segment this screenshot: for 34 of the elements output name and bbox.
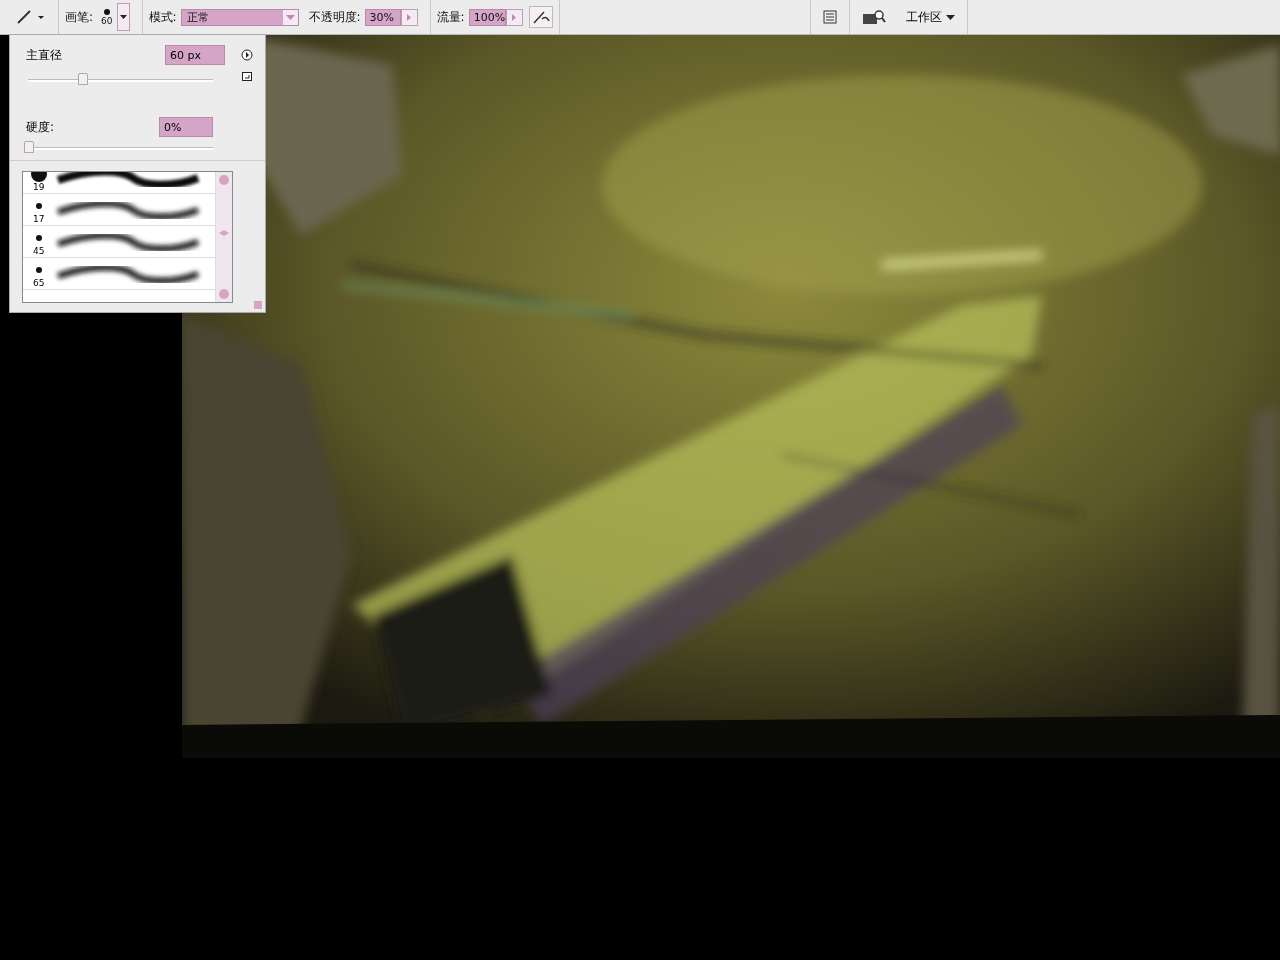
- mode-dropdown[interactable]: 正常: [180, 8, 299, 26]
- brush-size: 19: [33, 182, 45, 192]
- diameter-label: 主直径: [26, 46, 62, 64]
- brush-size: 17: [33, 214, 45, 224]
- folder-search-icon[interactable]: [860, 7, 888, 27]
- opacity-label: 不透明度:: [308, 8, 361, 26]
- airbrush-button[interactable]: [528, 6, 553, 28]
- panel-menu-icon[interactable]: [241, 49, 253, 61]
- brush-preset[interactable]: 45: [23, 226, 215, 258]
- palette-well-icon[interactable]: [821, 8, 839, 26]
- flow-label: 流量:: [436, 8, 465, 26]
- arrow-icon: [407, 13, 412, 21]
- hardness-label: 硬度:: [26, 118, 55, 136]
- hardness-field[interactable]: 0%: [159, 117, 213, 137]
- brush-preset[interactable]: 19: [23, 172, 215, 194]
- caret-icon: [119, 15, 127, 19]
- arrow-icon: [512, 13, 517, 21]
- brush-preset[interactable]: 17: [23, 194, 215, 226]
- mode-label: 模式:: [148, 8, 177, 26]
- flow-field[interactable]: 100%: [468, 8, 506, 26]
- caret-icon: [946, 14, 955, 20]
- caret-icon: [285, 14, 295, 20]
- brush-tip-icon: [102, 8, 111, 16]
- brush-size: 65: [33, 278, 45, 288]
- workspace-menu[interactable]: 工作区: [904, 6, 957, 28]
- resize-icon[interactable]: [242, 72, 252, 81]
- brush-size: 60: [101, 16, 113, 26]
- diameter-field[interactable]: 60 px: [165, 45, 225, 65]
- opacity-field[interactable]: 30%: [364, 8, 401, 26]
- brush-size: 45: [33, 246, 45, 256]
- brush-preset[interactable]: 65: [23, 258, 215, 290]
- resize-grip-icon[interactable]: [254, 301, 262, 309]
- brush-label: 画笔:: [65, 8, 94, 26]
- brush-picker-button[interactable]: [116, 3, 130, 31]
